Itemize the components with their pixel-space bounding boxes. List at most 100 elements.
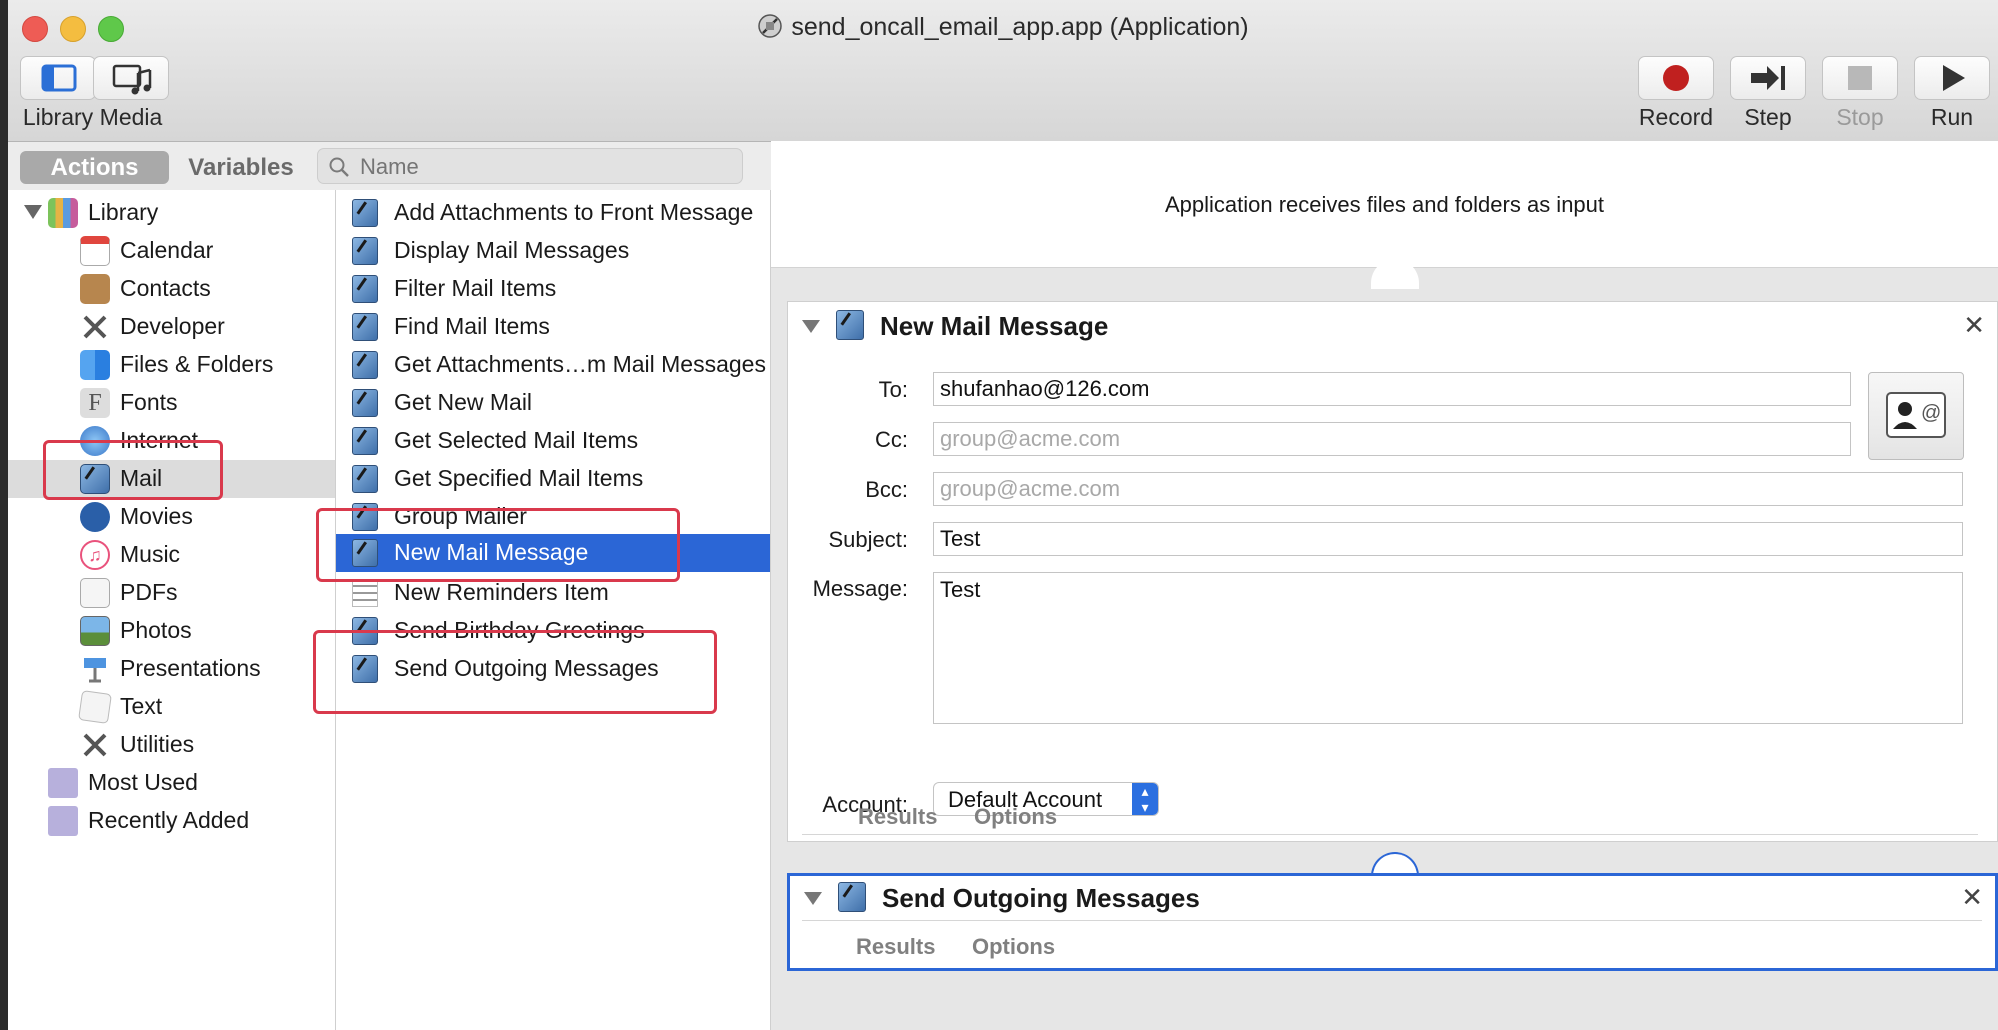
action-item[interactable]: Get Specified Mail Items (336, 460, 770, 498)
library-toggle-button[interactable] (20, 56, 96, 100)
subject-field[interactable] (933, 522, 1963, 556)
disclosure-triangle-icon[interactable] (802, 320, 820, 333)
annotation-box-new-mail-message (316, 508, 680, 582)
search-icon (329, 157, 349, 177)
annotation-box-send-outgoing (313, 630, 717, 714)
play-icon (1943, 65, 1965, 91)
results-tab[interactable]: Results (856, 934, 935, 960)
bcc-label: Bcc: (865, 477, 908, 502)
mail-stamp-icon (352, 351, 378, 379)
library-root-label: Library (88, 199, 159, 225)
library-item-utilities[interactable]: Utilities (8, 726, 335, 764)
mail-stamp-icon (352, 199, 378, 227)
library-item-fonts[interactable]: F Fonts (8, 384, 335, 422)
media-label: Media (99, 104, 163, 130)
window-title-text: send_oncall_email_app.app (Application) (791, 13, 1249, 41)
library-item-label: Presentations (120, 655, 261, 681)
address-book-button[interactable]: @ (1868, 372, 1964, 460)
disclosure-triangle-icon[interactable] (24, 205, 42, 219)
action-title: Send Outgoing Messages (882, 883, 1200, 913)
library-pane: Library Calendar Contacts Developer File… (8, 190, 336, 1030)
run-label: Run (1930, 104, 1974, 130)
run-button[interactable] (1914, 56, 1990, 100)
tab-actions[interactable]: Actions (20, 151, 169, 184)
sidebar-icon (41, 64, 77, 92)
search-input[interactable] (358, 151, 732, 183)
cc-field[interactable] (933, 422, 1851, 456)
library-item-label: Developer (120, 313, 225, 339)
action-item[interactable]: Find Mail Items (336, 308, 770, 346)
to-field[interactable] (933, 372, 1851, 406)
mail-stamp-icon (352, 275, 378, 303)
subject-label: Subject: (828, 527, 909, 552)
library-item-text[interactable]: Text (8, 688, 335, 726)
developer-tools-icon (83, 315, 107, 339)
smart-folder-icon (48, 806, 78, 836)
library-item-most-used[interactable]: Most Used (8, 764, 335, 802)
action-title: New Mail Message (880, 311, 1109, 341)
quicktime-icon (80, 502, 110, 532)
mail-stamp-icon (352, 237, 378, 265)
library-item-presentations[interactable]: Presentations (8, 650, 335, 688)
mail-stamp-icon (352, 427, 378, 455)
annotation-box-mail (43, 440, 223, 500)
action-item[interactable]: Display Mail Messages (336, 232, 770, 270)
text-document-icon (78, 690, 112, 724)
footer-divider (802, 920, 1982, 921)
library-item-music[interactable]: ♫ Music (8, 536, 335, 574)
library-item-label: Movies (120, 503, 193, 529)
library-item-label: Most Used (88, 769, 198, 795)
address-card-icon: @ (1886, 392, 1946, 438)
step-button[interactable] (1730, 56, 1806, 100)
options-tab[interactable]: Options (972, 934, 1055, 960)
chevron-updown-icon: ▴ ▾ (1132, 783, 1158, 815)
library-item-label: Utilities (120, 731, 195, 757)
action-item[interactable]: Get New Mail (336, 384, 770, 422)
library-books-icon (48, 198, 78, 228)
close-icon[interactable]: ✕ (1961, 882, 1983, 913)
library-item-calendar[interactable]: Calendar (8, 232, 335, 270)
media-button[interactable] (93, 56, 169, 100)
library-item-pdfs[interactable]: PDFs (8, 574, 335, 612)
action-item[interactable]: Filter Mail Items (336, 270, 770, 308)
mail-stamp-icon (352, 313, 378, 341)
tab-variables[interactable]: Variables (172, 151, 310, 184)
library-item-contacts[interactable]: Contacts (8, 270, 335, 308)
keynote-podium-icon (84, 658, 106, 683)
toolbar: send_oncall_email_app.app (Application) … (8, 0, 1998, 142)
message-body-field[interactable] (933, 572, 1963, 724)
action-item[interactable]: Add Attachments to Front Message (336, 194, 770, 232)
action-item-label: Get New Mail (394, 389, 533, 415)
library-root[interactable]: Library (8, 194, 335, 232)
action-item-label: Filter Mail Items (394, 275, 557, 301)
stop-button[interactable] (1822, 56, 1898, 100)
library-item-files-folders[interactable]: Files & Folders (8, 346, 335, 384)
disclosure-triangle-icon[interactable] (804, 892, 822, 905)
actions-list-pane: Add Attachments to Front Message Display… (336, 190, 771, 1030)
mail-stamp-icon (352, 465, 378, 493)
bcc-field[interactable] (933, 472, 1963, 506)
action-item-label: Get Specified Mail Items (394, 465, 644, 491)
photo-icon (80, 616, 110, 646)
library-item-photos[interactable]: Photos (8, 612, 335, 650)
library-item-recently-added[interactable]: Recently Added (8, 802, 335, 840)
mail-stamp-icon (352, 389, 378, 417)
action-item[interactable]: Get Selected Mail Items (336, 422, 770, 460)
results-tab[interactable]: Results (858, 804, 937, 830)
library-item-label: Music (120, 541, 181, 567)
library-item-label: Fonts (120, 389, 178, 415)
library-segmented-control: Actions Variables (20, 151, 310, 184)
library-item-movies[interactable]: Movies (8, 498, 335, 536)
music-note-icon: ♫ (80, 540, 110, 570)
action-item[interactable]: Get Attachments…m Mail Messages (336, 346, 770, 384)
action-item-label: Get Selected Mail Items (394, 427, 639, 453)
record-icon (1663, 65, 1689, 91)
close-icon[interactable]: ✕ (1963, 310, 1985, 341)
options-tab[interactable]: Options (974, 804, 1057, 830)
action-item-label: Display Mail Messages (394, 237, 630, 263)
record-button[interactable] (1638, 56, 1714, 100)
reminders-list-icon (352, 579, 378, 607)
search-field (317, 148, 743, 184)
message-label: Message: (812, 576, 908, 601)
library-item-developer[interactable]: Developer (8, 308, 335, 346)
